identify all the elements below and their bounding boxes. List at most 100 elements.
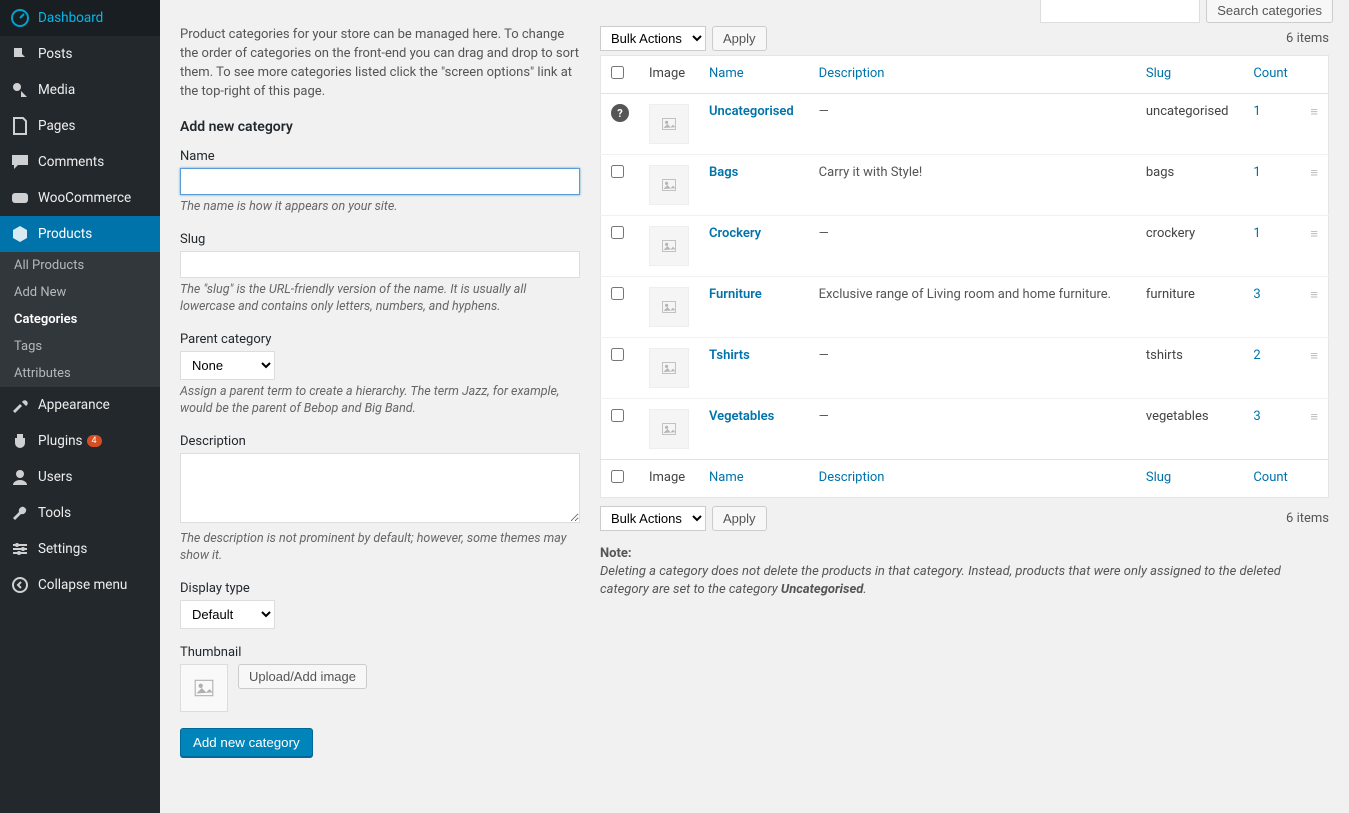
nav-label: Media [38, 82, 75, 98]
description-textarea[interactable] [180, 453, 580, 523]
nav-posts[interactable]: Posts [0, 36, 160, 72]
categories-table: Image Name Description Slug Count ?Uncat… [600, 55, 1329, 498]
subnav-attributes[interactable]: Attributes [0, 360, 160, 387]
table-row: BagsCarry it with Style!bags1≡ [601, 155, 1329, 216]
products-icon [10, 224, 30, 244]
nav-pages[interactable]: Pages [0, 108, 160, 144]
category-name-link[interactable]: Vegetables [709, 409, 774, 424]
nav-collapse[interactable]: Collapse menu [0, 567, 160, 603]
category-description: — [809, 338, 1136, 399]
row-checkbox[interactable] [611, 226, 624, 239]
nav-dashboard[interactable]: Dashboard [0, 0, 160, 36]
col-slug-foot[interactable]: Slug [1146, 470, 1171, 485]
category-count-link[interactable]: 3 [1253, 409, 1260, 424]
add-new-category-button[interactable]: Add new category [180, 728, 313, 757]
nav-label: Settings [38, 541, 87, 557]
col-name-foot[interactable]: Name [709, 470, 744, 485]
table-row: Tshirts —tshirts 2 ≡ [601, 338, 1329, 399]
drag-handle-icon[interactable]: ≡ [1300, 338, 1328, 399]
nav-tools[interactable]: Tools [0, 495, 160, 531]
category-name-link[interactable]: Bags [709, 165, 738, 180]
search-input[interactable] [1040, 0, 1200, 23]
row-checkbox[interactable] [611, 348, 624, 361]
image-placeholder-icon [649, 287, 689, 327]
comment-icon [10, 152, 30, 172]
nav-woocommerce[interactable]: WooCommerce [0, 180, 160, 216]
row-checkbox[interactable] [611, 287, 624, 300]
drag-handle-icon[interactable]: ≡ [1300, 399, 1328, 460]
upload-image-button[interactable]: Upload/Add image [238, 664, 367, 689]
plugin-update-badge: 4 [87, 435, 102, 447]
nav-plugins[interactable]: Plugins4 [0, 423, 160, 459]
nav-products[interactable]: Products [0, 216, 160, 252]
nav-settings[interactable]: Settings [0, 531, 160, 567]
category-name-link[interactable]: Furniture [709, 287, 762, 302]
drag-handle-icon[interactable]: ≡ [1300, 155, 1328, 216]
row-checkbox[interactable] [611, 409, 624, 422]
help-icon[interactable]: ? [611, 104, 629, 122]
search-categories-button[interactable]: Search categories [1206, 0, 1333, 23]
subnav-all-products[interactable]: All Products [0, 252, 160, 279]
delete-note: Note: Deleting a category does not delet… [600, 545, 1329, 600]
bulk-actions-select-top[interactable]: Bulk Actions [600, 26, 706, 51]
bulk-actions-select-bottom[interactable]: Bulk Actions [600, 506, 706, 531]
row-checkbox[interactable] [611, 165, 624, 178]
parent-label: Parent category [180, 332, 580, 347]
subnav-tags[interactable]: Tags [0, 333, 160, 360]
apply-button-top[interactable]: Apply [712, 26, 767, 51]
nav-media[interactable]: Media [0, 72, 160, 108]
nav-label: Dashboard [38, 10, 103, 26]
table-row: Crockery—crockery1≡ [601, 216, 1329, 277]
table-row: Vegetables—vegetables3≡ [601, 399, 1329, 460]
subnav-add-new[interactable]: Add New [0, 279, 160, 306]
add-category-panel: Product categories for your store can be… [180, 26, 580, 773]
col-name[interactable]: Name [709, 66, 744, 81]
name-input[interactable] [180, 168, 580, 195]
thumbnail-placeholder [180, 664, 228, 712]
col-count[interactable]: Count [1253, 66, 1287, 81]
settings-icon [10, 539, 30, 559]
table-row: Furniture Exclusive range of Living room … [601, 277, 1329, 338]
display-type-select[interactable]: Default [180, 600, 275, 629]
select-all-top[interactable] [611, 66, 624, 79]
category-description: — [809, 94, 1136, 155]
col-description[interactable]: Description [819, 66, 885, 81]
col-count-foot[interactable]: Count [1253, 470, 1287, 485]
drag-handle-icon[interactable]: ≡ [1300, 216, 1328, 277]
category-description: Exclusive range of Living room and home … [809, 277, 1136, 338]
slug-input[interactable] [180, 251, 580, 278]
parent-select[interactable]: None [180, 351, 275, 380]
category-count-link[interactable]: 3 [1253, 287, 1260, 302]
drag-handle-icon[interactable]: ≡ [1300, 94, 1328, 155]
image-placeholder-icon [649, 348, 689, 388]
image-placeholder-icon [649, 104, 689, 144]
category-count-link[interactable]: 1 [1253, 165, 1260, 180]
items-count-top: 6 items [1286, 31, 1329, 46]
nav-users[interactable]: Users [0, 459, 160, 495]
image-placeholder-icon [649, 165, 689, 205]
slug-help: The "slug" is the URL-friendly version o… [180, 282, 580, 316]
dashboard-icon [10, 8, 30, 28]
category-count-link[interactable]: 2 [1253, 348, 1260, 363]
col-description-foot[interactable]: Description [819, 470, 885, 485]
category-count-link[interactable]: 1 [1253, 226, 1260, 241]
add-category-heading: Add new category [180, 119, 580, 135]
category-name-link[interactable]: Tshirts [709, 348, 750, 363]
nav-appearance[interactable]: Appearance [0, 387, 160, 423]
search-bar: Search categories [1040, 0, 1333, 23]
select-all-bottom[interactable] [611, 470, 624, 483]
subnav-categories[interactable]: Categories [0, 306, 160, 333]
category-slug: tshirts [1136, 338, 1243, 399]
category-slug: crockery [1136, 216, 1243, 277]
nav-comments[interactable]: Comments [0, 144, 160, 180]
pin-icon [10, 44, 30, 64]
category-count-link[interactable]: 1 [1253, 104, 1260, 119]
col-slug[interactable]: Slug [1146, 66, 1171, 81]
apply-button-bottom[interactable]: Apply [712, 506, 767, 531]
drag-handle-icon[interactable]: ≡ [1300, 277, 1328, 338]
nav-label: Tools [38, 505, 71, 521]
main-content: Search categories Product categories for… [160, 0, 1349, 813]
category-name-link[interactable]: Crockery [709, 226, 761, 241]
slug-label: Slug [180, 232, 580, 247]
category-name-link[interactable]: Uncategorised [709, 104, 794, 119]
